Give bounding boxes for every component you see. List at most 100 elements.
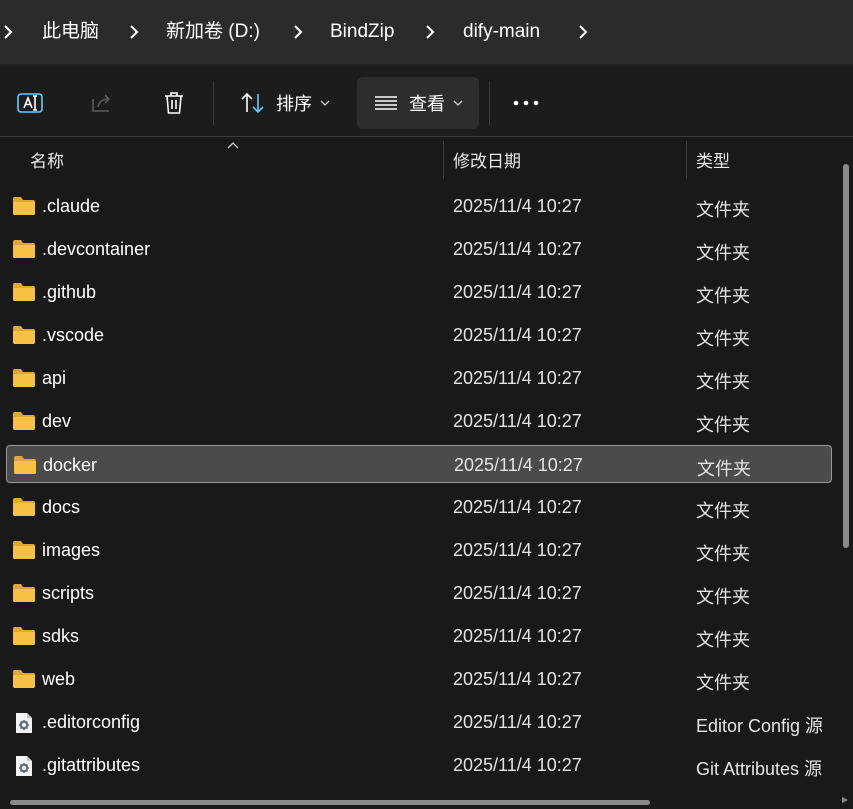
folder-icon	[12, 497, 36, 517]
file-type: 文件夹	[696, 630, 750, 650]
sort-icon	[240, 90, 266, 116]
sort-label: 排序	[276, 94, 312, 114]
file-type: 文件夹	[696, 286, 750, 306]
chevron-down-icon	[453, 99, 463, 107]
file-name: api	[42, 368, 67, 388]
file-row[interactable]: api 2025/11/4 10:27 文件夹	[6, 359, 832, 397]
file-name: scripts	[42, 583, 95, 603]
file-name: .editorconfig	[42, 712, 141, 732]
file-type: Git Attributes 源	[696, 759, 823, 779]
delete-icon	[161, 90, 187, 116]
file-row[interactable]: docs 2025/11/4 10:27 文件夹	[6, 488, 832, 526]
folder-icon	[12, 368, 36, 388]
column-divider[interactable]	[686, 141, 687, 179]
address-bar[interactable]: 此电脑 新加卷 (D:) BindZip dify-main	[0, 0, 853, 64]
file-row[interactable]: .gitattributes 2025/11/4 10:27 Git Attribu…	[6, 746, 832, 784]
file-type: 文件夹	[696, 200, 750, 220]
file-date-modified: 2025/11/4 10:27	[453, 196, 582, 216]
folder-icon	[12, 411, 36, 431]
file-date-modified: 2025/11/4 10:27	[453, 368, 582, 388]
more-button[interactable]	[500, 77, 552, 129]
file-type: 文件夹	[696, 587, 750, 607]
breadcrumb-volume-d[interactable]: 新加卷 (D:)	[166, 18, 260, 46]
scroll-right-arrow-icon[interactable]	[840, 791, 850, 803]
file-date-modified: 2025/11/4 10:27	[454, 455, 583, 475]
file-type: 文件夹	[696, 372, 750, 392]
file-date-modified: 2025/11/4 10:27	[453, 712, 582, 732]
chevron-right-icon[interactable]	[292, 22, 304, 42]
file-row[interactable]: docker 2025/11/4 10:27 文件夹	[6, 445, 832, 483]
file-name: web	[42, 669, 76, 689]
config-file-icon	[12, 712, 36, 733]
file-name: .claude	[42, 196, 101, 216]
file-row[interactable]: .devcontainer 2025/11/4 10:27 文件夹	[6, 230, 832, 268]
file-row[interactable]: web 2025/11/4 10:27 文件夹	[6, 660, 832, 698]
breadcrumb-bindzip[interactable]: BindZip	[330, 18, 394, 46]
file-name: docker	[43, 455, 98, 475]
file-type: 文件夹	[697, 459, 751, 479]
chevron-right-icon[interactable]	[577, 22, 589, 42]
file-name: .devcontainer	[42, 239, 151, 259]
sort-ascending-icon	[226, 137, 240, 149]
file-type: Editor Config 源	[696, 716, 824, 736]
folder-icon	[12, 540, 36, 560]
file-row[interactable]: .vscode 2025/11/4 10:27 文件夹	[6, 316, 832, 354]
file-date-modified: 2025/11/4 10:27	[453, 239, 582, 259]
folder-icon	[12, 583, 36, 603]
file-name: docs	[42, 497, 81, 517]
file-type: 文件夹	[696, 243, 750, 263]
folder-icon	[12, 239, 36, 259]
file-date-modified: 2025/11/4 10:27	[453, 282, 582, 302]
more-icon	[512, 99, 540, 107]
folder-icon	[12, 282, 36, 302]
chevron-right-icon[interactable]	[128, 22, 140, 42]
file-date-modified: 2025/11/4 10:27	[453, 540, 582, 560]
delete-button[interactable]	[148, 77, 200, 129]
column-type[interactable]: 类型	[696, 147, 730, 172]
file-row[interactable]: sdks 2025/11/4 10:27 文件夹	[6, 617, 832, 655]
command-bar: 排序 查看	[0, 67, 853, 136]
column-date-modified[interactable]: 修改日期	[453, 147, 521, 172]
rename-button[interactable]	[4, 77, 56, 129]
folder-icon	[13, 455, 37, 475]
folder-icon	[12, 196, 36, 216]
view-button[interactable]: 查看	[357, 77, 479, 129]
view-icon	[373, 90, 399, 116]
file-row[interactable]: .claude 2025/11/4 10:27 文件夹	[6, 187, 832, 225]
chevron-right-icon[interactable]	[424, 22, 436, 42]
file-name: images	[42, 540, 101, 560]
folder-icon	[12, 325, 36, 345]
file-name: sdks	[42, 626, 80, 646]
file-name: .github	[42, 282, 97, 302]
file-row[interactable]: images 2025/11/4 10:27 文件夹	[6, 531, 832, 569]
file-name: dev	[42, 411, 72, 431]
column-header: 名称 修改日期 类型	[0, 136, 853, 180]
folder-icon	[12, 669, 36, 689]
column-name[interactable]: 名称	[30, 147, 64, 172]
breadcrumb-this-pc[interactable]: 此电脑	[42, 18, 99, 46]
file-row[interactable]: scripts 2025/11/4 10:27 文件夹	[6, 574, 832, 612]
file-date-modified: 2025/11/4 10:27	[453, 755, 582, 775]
file-type: 文件夹	[696, 544, 750, 564]
column-divider[interactable]	[443, 141, 444, 179]
horizontal-scrollbar[interactable]	[10, 800, 650, 805]
share-icon	[89, 90, 115, 116]
breadcrumb-dify-main[interactable]: dify-main	[463, 18, 540, 46]
toolbar-divider	[489, 81, 490, 125]
file-date-modified: 2025/11/4 10:27	[453, 497, 582, 517]
file-date-modified: 2025/11/4 10:27	[453, 325, 582, 345]
chevron-right-icon[interactable]	[2, 22, 14, 42]
toolbar-divider	[213, 81, 214, 125]
config-file-icon	[12, 755, 36, 776]
file-name: .vscode	[42, 325, 105, 345]
file-date-modified: 2025/11/4 10:27	[453, 626, 582, 646]
file-row[interactable]: .editorconfig 2025/11/4 10:27 Editor Confi…	[6, 703, 832, 741]
share-button[interactable]	[76, 77, 128, 129]
sort-button[interactable]: 排序	[226, 77, 344, 129]
file-name: .gitattributes	[42, 755, 141, 775]
file-row[interactable]: dev 2025/11/4 10:27 文件夹	[6, 402, 832, 440]
view-label: 查看	[409, 94, 445, 114]
file-date-modified: 2025/11/4 10:27	[453, 669, 582, 689]
file-row[interactable]: .github 2025/11/4 10:27 文件夹	[6, 273, 832, 311]
vertical-scrollbar[interactable]	[843, 164, 849, 548]
